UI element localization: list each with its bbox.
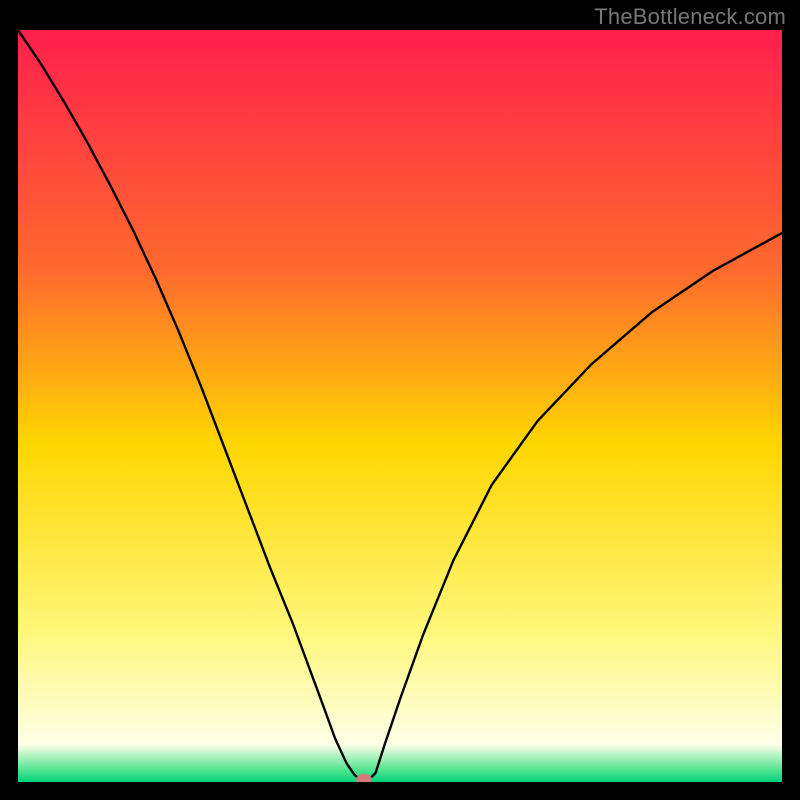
watermark-text: TheBottleneck.com (594, 4, 786, 30)
plot-area (18, 30, 782, 782)
background-gradient (18, 30, 782, 782)
chart-frame: TheBottleneck.com (0, 0, 800, 800)
bottleneck-chart (18, 30, 782, 782)
